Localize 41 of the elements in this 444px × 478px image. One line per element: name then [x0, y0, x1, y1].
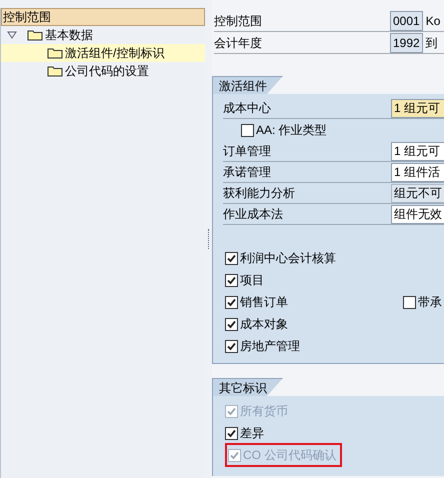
input-field[interactable]: 1992 [390, 32, 423, 52]
dropdown-field[interactable]: 组件无效 [391, 204, 444, 224]
checkbox[interactable] [241, 124, 254, 136]
checkbox-label: 销售订单 [240, 294, 288, 311]
checkbox-label: 带承 [418, 294, 442, 311]
tree-header: 控制范围 [1, 8, 205, 26]
tree-item[interactable]: 激活组件/控制标识 [1, 44, 205, 62]
dropdown-field[interactable]: 1 组元可 [391, 98, 444, 118]
dropdown-field[interactable]: 1 组元可 [391, 142, 444, 160]
tree-item[interactable]: 基本数据 [1, 26, 205, 44]
expand-caret-icon[interactable] [7, 31, 17, 39]
checkbox-label: 差异 [240, 425, 264, 442]
checked-checkbox[interactable] [225, 318, 238, 330]
dropdown-field[interactable]: 1 组件活 [391, 162, 444, 182]
field-label: 会计年度 [214, 34, 263, 52]
checked-checkbox[interactable] [225, 296, 238, 308]
field-label: 成本中心 [223, 100, 272, 117]
field-label: 订单管理 [223, 143, 272, 160]
checkbox[interactable] [403, 296, 416, 308]
checked-checkbox[interactable] [225, 340, 238, 352]
field-text: Ko [426, 12, 440, 30]
checkbox-label: 房地产管理 [240, 338, 300, 355]
folder-icon [47, 47, 63, 59]
checkbox-label: 成本对象 [240, 316, 288, 333]
checked-checkbox[interactable] [225, 252, 238, 264]
checkbox-label: 所有货币 [240, 403, 288, 420]
checked-checkbox[interactable] [225, 426, 238, 440]
checked-checkbox[interactable] [225, 274, 238, 286]
checkbox-label: 项目 [240, 272, 264, 289]
field-label: 控制范围 [214, 12, 263, 30]
field-label: 获利能力分析 [223, 185, 296, 202]
tree-item[interactable]: 公司代码的设置 [1, 62, 205, 80]
folder-icon [27, 29, 43, 41]
checkbox-label: AA: 作业类型 [256, 122, 327, 139]
checkbox-label: CO 公司代码确认 [243, 447, 336, 464]
field-label: 作业成本法 [223, 206, 284, 223]
input-field[interactable]: 0001 [390, 10, 423, 30]
checkbox-label: 利润中心会计核算 [240, 250, 336, 267]
field-label: 承诺管理 [223, 164, 272, 181]
field-text: 到 [426, 34, 438, 52]
folder-icon [47, 65, 63, 77]
